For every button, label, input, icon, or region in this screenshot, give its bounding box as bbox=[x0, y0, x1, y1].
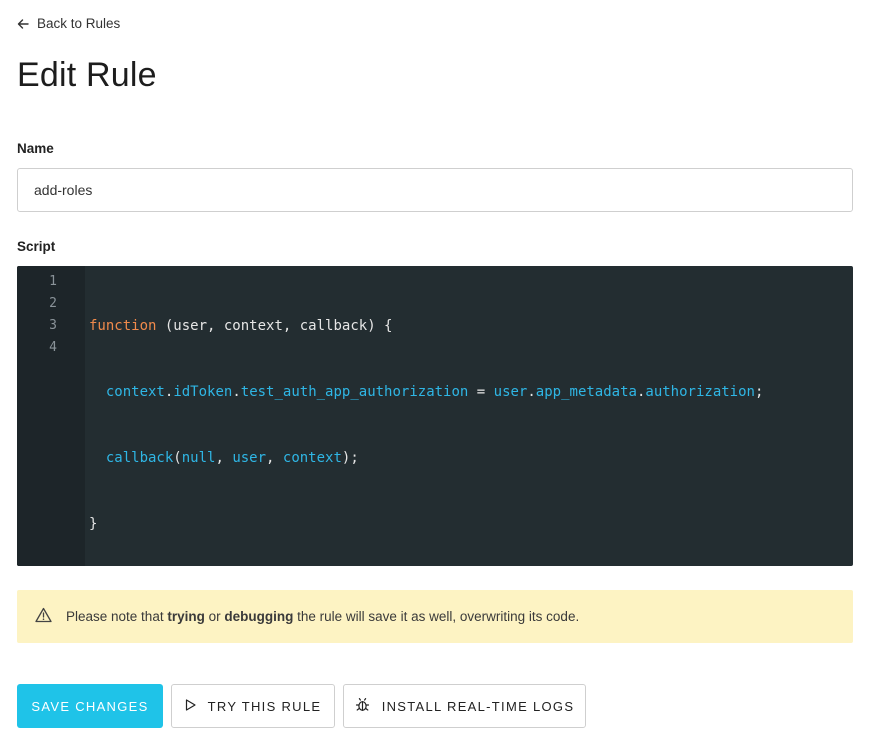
arrow-left-icon bbox=[17, 18, 29, 30]
line-number: 1 bbox=[49, 274, 57, 289]
line-number: 2 bbox=[49, 296, 57, 311]
page-title: Edit Rule bbox=[17, 56, 157, 94]
install-realtime-logs-button[interactable]: INSTALL REAL-TIME LOGS bbox=[343, 684, 586, 728]
script-editor[interactable]: 1 2 3 4 function (user, context, callbac… bbox=[17, 266, 853, 566]
notice-bold-debugging: debugging bbox=[224, 609, 294, 624]
line-number: 4 bbox=[49, 340, 57, 355]
save-changes-button[interactable]: SAVE CHANGES bbox=[17, 684, 163, 728]
name-label: Name bbox=[17, 141, 54, 156]
back-link-label: Back to Rules bbox=[37, 16, 121, 31]
code-line: callback(null, user, context); bbox=[105, 450, 359, 466]
try-this-rule-button[interactable]: TRY THIS RULE bbox=[171, 684, 335, 728]
play-icon bbox=[185, 698, 196, 714]
back-to-rules-link[interactable]: Back to Rules bbox=[17, 16, 120, 31]
script-label: Script bbox=[17, 239, 56, 254]
editor-gutter: 1 2 3 4 bbox=[17, 266, 85, 566]
notice-text: Please note that trying or debugging the… bbox=[66, 609, 580, 624]
name-input[interactable] bbox=[17, 168, 853, 212]
logs-label: INSTALL REAL-TIME LOGS bbox=[381, 698, 575, 714]
notice-bold-trying: trying bbox=[167, 609, 205, 624]
code-line: function (user, context, callback) { bbox=[89, 318, 393, 334]
warning-icon bbox=[35, 607, 52, 626]
save-warning-notice: Please note that trying or debugging the… bbox=[17, 590, 853, 643]
code-content: function (user, context, callback) { con… bbox=[89, 271, 763, 566]
code-line: } bbox=[89, 516, 98, 532]
code-line: context.idToken.test_auth_app_authorizat… bbox=[105, 384, 764, 400]
try-label: TRY THIS RULE bbox=[207, 698, 322, 714]
line-number: 3 bbox=[49, 318, 57, 333]
bug-icon bbox=[355, 697, 370, 715]
